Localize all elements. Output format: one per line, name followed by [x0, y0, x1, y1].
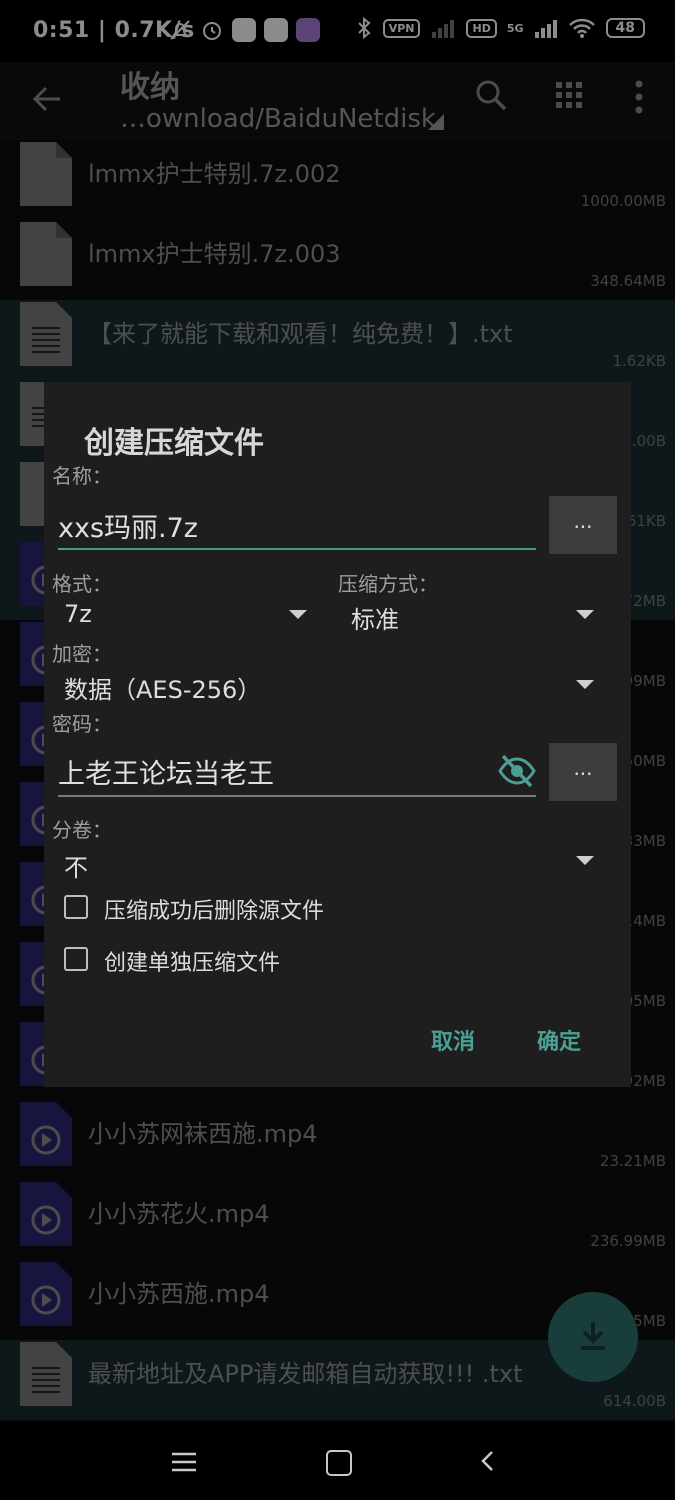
- visibility-off-icon[interactable]: [498, 754, 536, 788]
- name-label: 名称：: [52, 464, 112, 488]
- system-nav-bar: [0, 1422, 675, 1500]
- separate-archive-label[interactable]: 创建单独压缩文件: [104, 945, 280, 977]
- separate-archive-checkbox[interactable]: [64, 947, 88, 971]
- password-input[interactable]: 上老王论坛当老王: [58, 752, 498, 792]
- name-browse-button[interactable]: ...: [549, 496, 617, 554]
- encryption-select[interactable]: 数据（AES-256）: [64, 670, 261, 705]
- split-dropdown-icon[interactable]: [576, 856, 594, 865]
- delete-source-checkbox[interactable]: [64, 895, 88, 919]
- home-icon[interactable]: [326, 1450, 352, 1476]
- delete-source-label[interactable]: 压缩成功后删除源文件: [104, 893, 324, 925]
- method-label: 压缩方式：: [338, 572, 438, 596]
- format-label: 格式：: [52, 572, 112, 596]
- name-input-underline: [58, 548, 536, 550]
- password-options-button[interactable]: ...: [549, 743, 617, 801]
- dialog-title: 创建压缩文件: [84, 426, 264, 461]
- create-archive-dialog: 创建压缩文件 名称： xxs玛丽.7z ... 格式： 7z 压缩方式： 标准 …: [44, 382, 631, 1087]
- recent-apps-icon[interactable]: [172, 1452, 196, 1472]
- compression-method-select[interactable]: 标准: [351, 600, 399, 635]
- password-input-underline: [58, 795, 536, 797]
- method-dropdown-icon[interactable]: [576, 610, 594, 619]
- split-volume-select[interactable]: 不: [64, 848, 88, 883]
- format-select[interactable]: 7z: [64, 600, 92, 628]
- ok-button[interactable]: 确定: [537, 1024, 581, 1056]
- archive-name-input[interactable]: xxs玛丽.7z: [58, 506, 536, 546]
- format-dropdown-icon[interactable]: [289, 610, 307, 619]
- split-label: 分卷：: [52, 818, 112, 842]
- nav-back-icon[interactable]: [480, 1450, 494, 1472]
- encryption-label: 加密：: [52, 642, 112, 666]
- encryption-dropdown-icon[interactable]: [576, 680, 594, 689]
- password-label: 密码：: [52, 712, 112, 736]
- cancel-button[interactable]: 取消: [431, 1024, 475, 1056]
